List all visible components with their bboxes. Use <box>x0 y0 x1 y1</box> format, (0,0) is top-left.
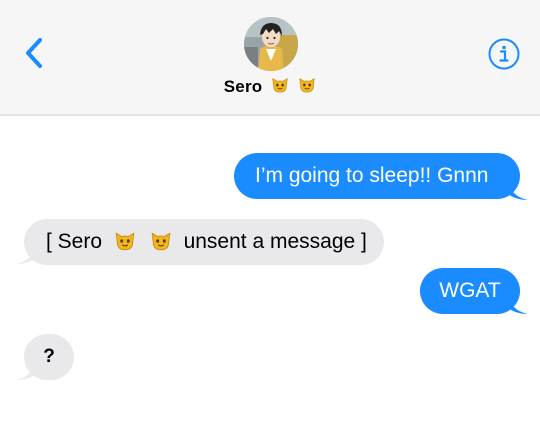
back-chevron-icon[interactable] <box>20 36 50 70</box>
message-text: [ Sero <box>46 230 103 253</box>
cat-face-icon <box>115 232 135 251</box>
message-text: I’m going to sleep!! Gnnn <box>255 164 489 187</box>
incoming-message-bubble[interactable]: [ Sero unsent a message ] <box>24 219 384 265</box>
contact-name: Sero <box>223 77 263 96</box>
cat-face-icon <box>272 78 288 93</box>
message-text: WGAT <box>439 279 501 302</box>
info-icon[interactable] <box>487 37 521 71</box>
conversation-header: Sero <box>0 0 540 116</box>
message-text: unsent a message ] <box>183 230 367 253</box>
cat-face-icon <box>299 78 315 93</box>
message-text: ? <box>43 346 55 367</box>
incoming-message-bubble[interactable]: ? <box>24 334 74 380</box>
outgoing-message-bubble[interactable]: I’m going to sleep!! Gnnn <box>234 153 520 199</box>
contact-name-row[interactable]: Sero <box>0 76 540 97</box>
outgoing-message-bubble[interactable]: WGAT <box>420 268 520 314</box>
contact-avatar[interactable] <box>244 17 298 71</box>
cat-face-icon <box>151 232 171 251</box>
